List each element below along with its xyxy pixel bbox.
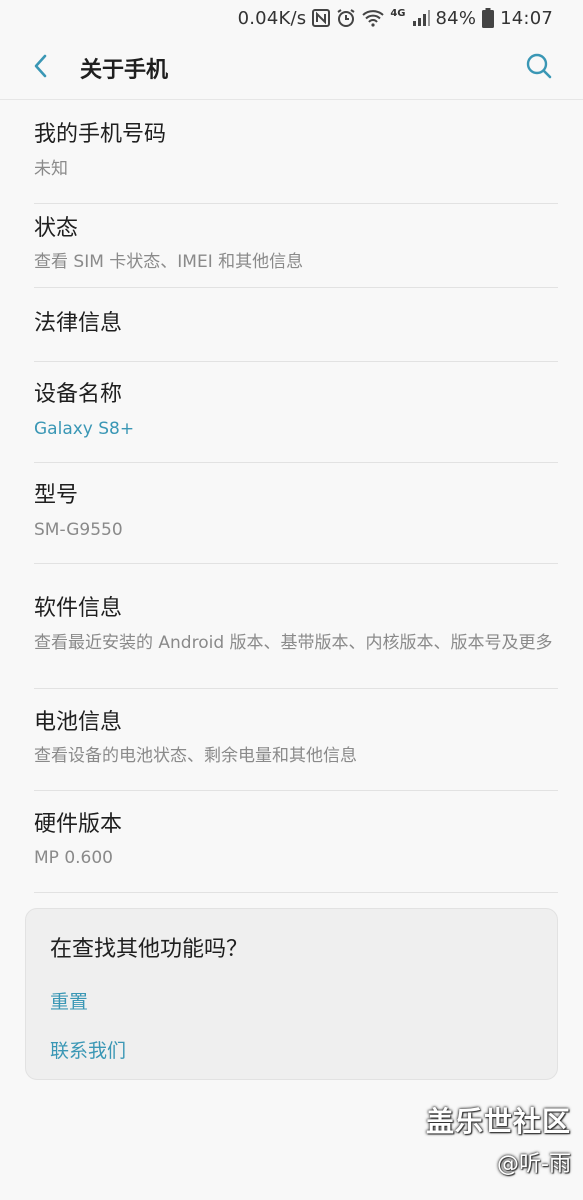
battery-icon xyxy=(482,8,495,28)
list-item-software[interactable]: 软件信息 查看最近安装的 Android 版本、基带版本、内核版本、版本号及更多 xyxy=(34,564,558,689)
settings-list: 我的手机号码 未知 状态 查看 SIM 卡状态、IMEI 和其他信息 法律信息 … xyxy=(0,101,583,893)
list-item-battery[interactable]: 电池信息 查看设备的电池状态、剩余电量和其他信息 xyxy=(34,689,558,791)
item-value: 查看设备的电池状态、剩余电量和其他信息 xyxy=(34,746,357,767)
nfc-icon xyxy=(312,9,331,27)
item-label: 状态 xyxy=(34,215,79,241)
search-button[interactable] xyxy=(517,46,561,90)
app-bar: 关于手机 xyxy=(0,36,583,100)
page-title: 关于手机 xyxy=(80,57,169,83)
list-item-legal[interactable]: 法律信息 xyxy=(34,288,558,362)
item-label: 我的手机号码 xyxy=(34,122,167,148)
list-item-model[interactable]: 型号 SM-G9550 xyxy=(34,463,558,564)
watermark-site: 盖乐世社区 xyxy=(425,1105,571,1138)
suggestion-title: 在查找其他功能吗？ xyxy=(50,937,249,962)
contact-us-link[interactable]: 联系我们 xyxy=(50,1036,533,1063)
watermark-author: @听-雨 xyxy=(497,1152,571,1177)
status-bar: 0.04K/s 4G 84% 14:07 xyxy=(0,0,583,36)
item-value: SM-G9550 xyxy=(34,519,123,540)
item-label: 软件信息 xyxy=(34,596,123,622)
back-arrow-icon xyxy=(31,53,51,83)
alarm-icon xyxy=(336,8,356,28)
item-label: 硬件版本 xyxy=(34,811,123,837)
item-value: Galaxy S8+ xyxy=(34,418,135,439)
item-value: 查看 SIM 卡状态、IMEI 和其他信息 xyxy=(34,252,304,273)
list-item-hardware-version[interactable]: 硬件版本 MP 0.600 xyxy=(34,791,558,893)
item-label: 法律信息 xyxy=(34,311,123,337)
reset-link[interactable]: 重置 xyxy=(50,987,533,1014)
wifi-icon xyxy=(362,9,385,27)
suggestion-card: 在查找其他功能吗？ 重置 联系我们 xyxy=(25,908,558,1080)
item-value: 未知 xyxy=(34,158,68,179)
list-item-status[interactable]: 状态 查看 SIM 卡状态、IMEI 和其他信息 xyxy=(34,204,558,288)
item-label: 设备名称 xyxy=(34,382,123,408)
network-type-label: 4G xyxy=(390,8,406,19)
network-speed: 0.04K/s xyxy=(237,7,307,29)
back-button[interactable] xyxy=(20,47,62,89)
item-label: 型号 xyxy=(34,483,79,509)
battery-percent: 84% xyxy=(435,7,477,29)
signal-icon xyxy=(412,9,430,27)
item-label: 电池信息 xyxy=(34,709,123,735)
item-value: MP 0.600 xyxy=(34,848,113,869)
list-item-phone-number[interactable]: 我的手机号码 未知 xyxy=(34,101,558,204)
list-item-device-name[interactable]: 设备名称 Galaxy S8+ xyxy=(34,362,558,463)
clock: 14:07 xyxy=(500,7,553,29)
search-icon xyxy=(525,52,553,84)
item-value: 查看最近安装的 Android 版本、基带版本、内核版本、版本号及更多 xyxy=(34,632,553,653)
